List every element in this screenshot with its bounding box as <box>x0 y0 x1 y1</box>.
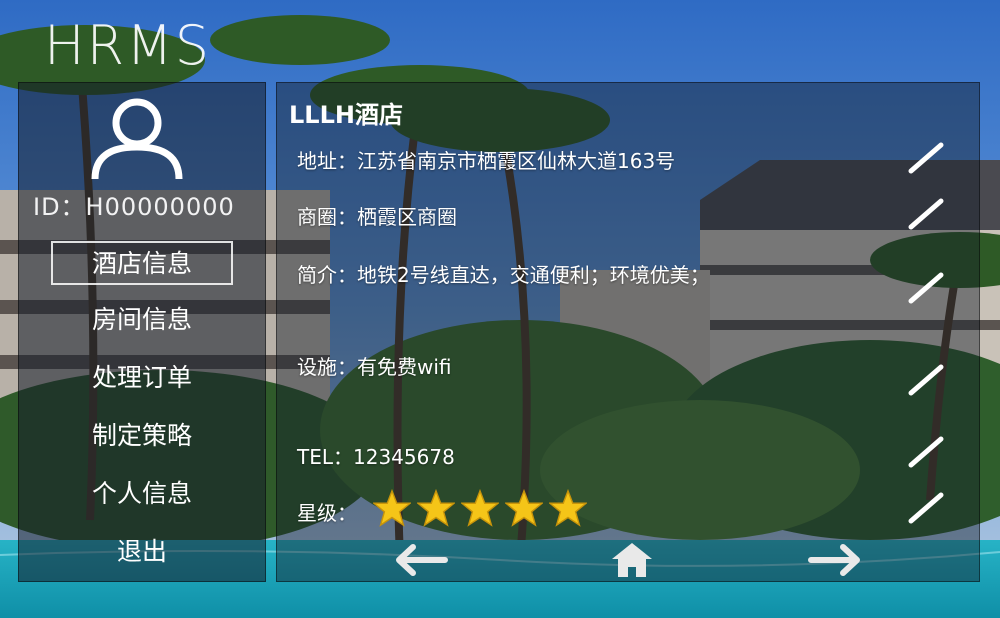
pencil-icon[interactable] <box>907 197 945 231</box>
star-icon <box>505 489 543 527</box>
star-icon <box>549 489 587 527</box>
pencil-icon[interactable] <box>907 141 945 175</box>
arrow-right-icon[interactable] <box>807 541 867 579</box>
arrow-left-icon[interactable] <box>389 541 449 579</box>
star-icon <box>373 489 411 527</box>
star-rating <box>373 489 587 527</box>
sidebar-item-hotel-info[interactable]: 酒店信息 <box>51 241 233 285</box>
star-icon <box>417 489 455 527</box>
hotel-facilities: 设施：有免费wifi <box>297 355 452 379</box>
pencil-icon[interactable] <box>907 435 945 469</box>
hotel-name: LLLH酒店 <box>289 101 403 129</box>
hotel-info-panel: LLLH酒店 地址：江苏省南京市栖霞区仙林大道163号 商圈：栖霞区商圈 简介：… <box>276 82 980 582</box>
app-title: HRMS <box>44 14 211 77</box>
sidebar: ID：H00000000 酒店信息 房间信息 处理订单 制定策略 个人信息 退出 <box>18 82 266 582</box>
home-icon[interactable] <box>609 539 655 579</box>
sidebar-item-personal-info[interactable]: 个人信息 <box>51 473 233 517</box>
user-icon <box>91 98 183 180</box>
sidebar-item-strategy[interactable]: 制定策略 <box>51 415 233 459</box>
pencil-icon[interactable] <box>907 271 945 305</box>
hotel-intro: 简介：地铁2号线直达，交通便利；环境优美； <box>297 263 710 287</box>
sidebar-item-process-orders[interactable]: 处理订单 <box>51 357 233 401</box>
pencil-icon[interactable] <box>907 491 945 525</box>
user-id: ID：H00000000 <box>33 193 235 221</box>
sidebar-item-logout[interactable]: 退出 <box>51 531 233 575</box>
hotel-star-label: 星级： <box>297 501 357 525</box>
hotel-tel: TEL：12345678 <box>297 445 455 469</box>
star-icon <box>461 489 499 527</box>
sidebar-item-room-info[interactable]: 房间信息 <box>51 299 233 343</box>
hotel-address: 地址：江苏省南京市栖霞区仙林大道163号 <box>297 149 676 173</box>
hotel-business-area: 商圈：栖霞区商圈 <box>297 205 457 229</box>
pencil-icon[interactable] <box>907 363 945 397</box>
